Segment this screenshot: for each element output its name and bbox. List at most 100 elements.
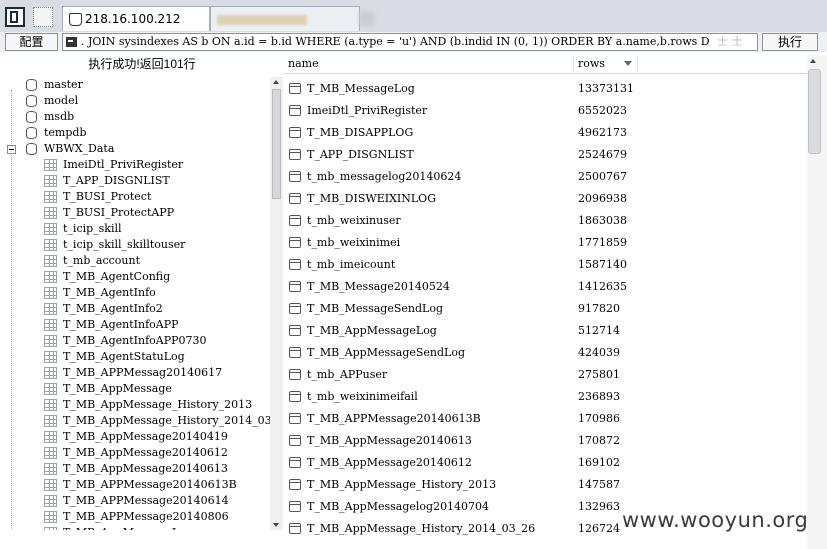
cell-rows: 169102: [578, 456, 620, 469]
scroll-thumb[interactable]: [808, 69, 821, 154]
table-icon: [289, 259, 301, 270]
table-row[interactable]: T_MB_AppMessage20140613 170872: [284, 430, 807, 452]
scroll-up-icon[interactable]: [273, 80, 279, 84]
watermark: www.wooyun.org: [622, 508, 809, 532]
column-header-rows[interactable]: rows: [574, 55, 638, 73]
table-icon: [289, 215, 301, 226]
execute-button[interactable]: 执行: [762, 33, 818, 51]
table-icon: [44, 223, 57, 235]
scroll-thumb[interactable]: [272, 89, 281, 199]
table-icon: [44, 415, 57, 427]
tree-table-label: T_MB_AppMessage20140612: [63, 446, 228, 459]
table-row[interactable]: T_MB_DISWEIXINLOG 2096938: [284, 188, 807, 210]
table-row[interactable]: t_mb_weixinimeifail 236893: [284, 386, 807, 408]
table-icon: [289, 391, 301, 402]
tree-table-label: T_MB_AgentConfig: [63, 270, 171, 283]
tree-scrollbar[interactable]: [270, 77, 283, 530]
scroll-up-icon[interactable]: [810, 59, 816, 63]
table-row[interactable]: t_mb_imeicount 1587140: [284, 254, 807, 276]
column-header-name[interactable]: name: [284, 55, 574, 73]
table-icon: [289, 127, 301, 138]
tree-database-label: msdb: [44, 110, 75, 123]
table-row[interactable]: t_mb_APPuser 275801: [284, 364, 807, 386]
table-icon: [44, 335, 57, 347]
cell-rows: 2500767: [578, 170, 627, 183]
redacted-label: [217, 15, 307, 25]
cell-name: t_mb_APPuser: [307, 368, 388, 381]
table-icon: [289, 281, 301, 292]
table-row[interactable]: T_MB_MessageSendLog 917820: [284, 298, 807, 320]
table-row[interactable]: T_MB_MessageLog 13373131: [284, 78, 807, 100]
table-icon: [289, 149, 301, 160]
tree-table-label: T_MB_AppMessage_History_2014_03_26: [63, 414, 270, 427]
table-row[interactable]: ImeiDtl_PriviRegister 6552023: [284, 100, 807, 122]
cell-rows: 147587: [578, 478, 620, 491]
database-icon: [26, 79, 37, 91]
cell-rows: 917820: [578, 302, 620, 315]
tree-table-label: T_MB_AppMessage20140613: [63, 462, 228, 475]
tab-connection-active[interactable]: 218.16.100.212: [62, 6, 210, 31]
tree-table-label: T_MB_AppMessageLog: [63, 525, 193, 530]
tree-table-label: t_mb_account: [63, 254, 140, 267]
table-icon: [289, 83, 301, 94]
database-icon: [26, 95, 37, 107]
tree-table-label: T_MB_APPMessag20140617: [63, 366, 223, 379]
tree-table-label: T_MB_AppMessage_History_2013: [63, 398, 253, 411]
query-bar: 配置 . JOIN sysindexes AS b ON a.id = b.id…: [0, 32, 827, 52]
cell-name: t_mb_messagelog20140624: [307, 170, 462, 183]
table-icon: [44, 399, 57, 411]
cell-name: T_APP_DISGNLIST: [307, 148, 414, 161]
tree-table-label: T_MB_APPMessage20140806: [63, 510, 229, 523]
table-row[interactable]: T_APP_DISGNLIST 2524679: [284, 144, 807, 166]
table-row[interactable]: t_mb_messagelog20140624 2500767: [284, 166, 807, 188]
table-icon: [289, 171, 301, 182]
results-grid: name rows T_MB_MessageLog 13373131 ImeiDtl…: [284, 55, 807, 549]
config-button[interactable]: 配置: [5, 33, 58, 51]
tab-connection-blurred[interactable]: [210, 6, 360, 31]
table-row[interactable]: T_MB_AppMessage_History_2013 147587: [284, 474, 807, 496]
cell-name: ImeiDtl_PriviRegister: [307, 104, 428, 117]
cell-rows: 275801: [578, 368, 620, 381]
cell-name: t_mb_weixinimei: [307, 236, 401, 249]
cell-name: T_MB_APPMessage20140613B: [307, 412, 481, 425]
new-connection-button[interactable]: [33, 7, 53, 27]
table-row[interactable]: T_MB_Message20140524 1412635: [284, 276, 807, 298]
redacted-icon: [360, 12, 374, 26]
cell-name: T_MB_AppMessage_History_2013: [307, 478, 497, 491]
table-icon: [44, 511, 57, 523]
cell-rows: 126724: [578, 522, 620, 535]
cell-rows: 6552023: [578, 104, 627, 117]
table-row[interactable]: T_MB_DISAPPLOG 4962173: [284, 122, 807, 144]
status-message: 执行成功!返回101行: [88, 57, 196, 71]
scroll-down-icon[interactable]: [273, 523, 279, 527]
tree-database-label: master: [44, 78, 83, 91]
database-icon: [69, 13, 82, 26]
table-icon: [44, 191, 57, 203]
table-icon: [44, 159, 57, 171]
tab-label: 218.16.100.212: [85, 12, 181, 26]
table-row[interactable]: t_mb_weixinuser 1863038: [284, 210, 807, 232]
grid-header: name rows: [284, 55, 807, 74]
collapse-icon[interactable]: [7, 145, 16, 154]
table-row[interactable]: T_MB_APPMessage20140613B 170986: [284, 408, 807, 430]
sidebar-toggle-button[interactable]: [5, 7, 25, 27]
database-icon: [26, 143, 37, 155]
table-icon: [289, 105, 301, 116]
cell-rows: 512714: [578, 324, 620, 337]
table-row[interactable]: t_mb_weixinimei 1771859: [284, 232, 807, 254]
column-header-rows-label: rows: [578, 57, 605, 70]
tree-database-label: WBWX_Data: [44, 142, 115, 155]
object-browser: 执行成功!返回101行 master model msdb tempdb WBWX_Da…: [0, 55, 284, 549]
grid-scrollbar[interactable]: [807, 55, 827, 549]
tree-database-label: model: [44, 94, 79, 107]
table-icon: [44, 271, 57, 283]
table-icon: [44, 239, 57, 251]
tab-bar: 218.16.100.212: [0, 0, 827, 33]
sql-query-input[interactable]: . JOIN sysindexes AS b ON a.id = b.id WH…: [62, 33, 758, 51]
cell-rows: 236893: [578, 390, 620, 403]
table-row[interactable]: T_MB_AppMessageSendLog 424039: [284, 342, 807, 364]
table-row[interactable]: T_MB_AppMessageLog 512714: [284, 320, 807, 342]
cell-rows: 424039: [578, 346, 620, 359]
table-row[interactable]: T_MB_AppMessage20140612 169102: [284, 452, 807, 474]
cell-name: T_MB_AppMessage_History_2014_03_26: [307, 522, 536, 535]
